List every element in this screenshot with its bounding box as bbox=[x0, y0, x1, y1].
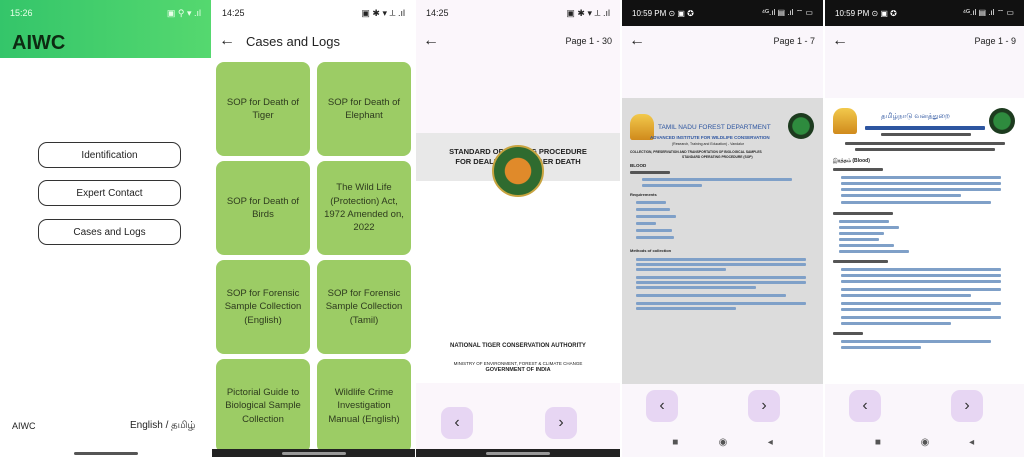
back-arrow-icon[interactable]: ← bbox=[416, 32, 446, 50]
dept-name: TAMIL NADU FOREST DEPARTMENT bbox=[658, 124, 771, 131]
card-sop-birds[interactable]: SOP for Death of Birds bbox=[216, 161, 310, 255]
pdf-viewer-tiger: 14:25 ▣ ✱ ▾ ⟂ .ıl ← Page 1 - 30 STANDARD… bbox=[416, 0, 620, 457]
status-time: 14:25 bbox=[426, 8, 449, 18]
gesture-bar bbox=[416, 449, 620, 457]
app-bar: ← Page 1 - 30 bbox=[416, 26, 620, 56]
gesture-bar bbox=[0, 449, 211, 457]
status-bar: 10:59 PM ⊙ ▣ ✪ ⁴ᴳ.ıl ▤ .ıl ⌔ ▭ bbox=[825, 0, 1024, 26]
prev-page-button[interactable]: ‹ bbox=[441, 407, 473, 439]
home-icon[interactable]: ◉ bbox=[719, 437, 728, 448]
institute-subline: (Research, Training and Education) - Van… bbox=[672, 142, 744, 146]
status-time: 10:59 PM ⊙ ▣ ✪ bbox=[835, 8, 897, 18]
app-header: 15:26 ▣ ⚲ ▾ .ıl AIWC bbox=[0, 0, 211, 58]
card-wildlife-act[interactable]: The Wild Life (Protection) Act, 1972 Ame… bbox=[317, 161, 411, 255]
recents-icon[interactable]: ■ bbox=[672, 437, 678, 448]
section-blood: BLOOD bbox=[630, 163, 647, 168]
page-title: Cases and Logs bbox=[246, 33, 340, 49]
prev-page-button[interactable]: ‹ bbox=[849, 390, 881, 422]
page-indicator: Page 1 - 9 bbox=[974, 36, 1016, 46]
app-bar: ← Cases and Logs bbox=[212, 26, 415, 56]
status-icons: ▣ ⚲ ▾ .ıl bbox=[166, 7, 201, 18]
sop-title: COLLECTION, PRESERVATION AND TRANSPORTAT… bbox=[630, 150, 762, 154]
card-forensic-tamil[interactable]: SOP for Forensic Sample Collection (Tami… bbox=[317, 260, 411, 354]
status-time: 10:59 PM ⊙ ▣ ✪ bbox=[632, 8, 694, 18]
dept-name-tamil: தமிழ்நாடு வனத்துறை bbox=[881, 113, 950, 120]
status-time: 14:25 bbox=[222, 8, 245, 18]
back-icon[interactable]: ◂ bbox=[768, 437, 773, 448]
pdf-page[interactable]: TAMIL NADU FOREST DEPARTMENT ADVANCED IN… bbox=[622, 98, 823, 384]
card-crime-manual[interactable]: Wildlife Crime Investigation Manual (Eng… bbox=[317, 359, 411, 453]
page-indicator: Page 1 - 7 bbox=[773, 36, 815, 46]
app-title: AIWC bbox=[12, 32, 66, 54]
page-indicator: Page 1 - 30 bbox=[565, 36, 612, 46]
aiwc-logo-icon bbox=[989, 108, 1015, 134]
pdf-viewer-english: 10:59 PM ⊙ ▣ ✪ ⁴ᴳ.ıl ▤ .ıl ⌔ ▭ ← Page 1 … bbox=[622, 0, 823, 457]
section-blood-tamil: இரத்தம் (Blood) bbox=[833, 158, 870, 164]
card-sop-elephant[interactable]: SOP for Death of Elephant bbox=[317, 62, 411, 156]
status-bar: 14:25 ▣ ✱ ▾ ⟂ .ıl bbox=[212, 0, 415, 26]
back-icon[interactable]: ◂ bbox=[969, 437, 974, 448]
next-page-button[interactable]: › bbox=[951, 390, 983, 422]
cases-screen: 14:25 ▣ ✱ ▾ ⟂ .ıl ← Cases and Logs SOP f… bbox=[212, 0, 415, 457]
recents-icon[interactable]: ■ bbox=[875, 437, 881, 448]
institute-name: ADVANCED INSTITUTE FOR WILDLIFE CONSERVA… bbox=[650, 135, 770, 140]
cases-and-logs-button[interactable]: Cases and Logs bbox=[38, 219, 181, 245]
section-requirements: Requirements bbox=[630, 192, 657, 197]
system-nav-bar: ■ ◉ ◂ bbox=[622, 427, 823, 457]
pdf-page[interactable]: தமிழ்நாடு வனத்துறை இரத்தம் (Blood) bbox=[825, 98, 1024, 384]
language-toggle[interactable]: English / தமிழ் bbox=[130, 420, 196, 432]
section-methods: Methods of collection bbox=[630, 248, 672, 253]
ntca-emblem-icon bbox=[492, 145, 544, 197]
status-icons: ▣ ✱ ▾ ⟂ .ıl bbox=[566, 7, 610, 18]
status-icons: ▣ ✱ ▾ ⟂ .ıl bbox=[361, 7, 405, 18]
back-arrow-icon[interactable]: ← bbox=[825, 32, 855, 50]
sop-subtitle: STANDARD OPERATING PROCEDURE (SOP) bbox=[682, 155, 753, 159]
next-page-button[interactable]: › bbox=[748, 390, 780, 422]
card-sop-tiger[interactable]: SOP for Death of Tiger bbox=[216, 62, 310, 156]
status-icons: ⁴ᴳ.ıl ▤ .ıl ⌔ ▭ bbox=[962, 8, 1014, 17]
pdf-viewer-tamil: 10:59 PM ⊙ ▣ ✪ ⁴ᴳ.ıl ▤ .ıl ⌔ ▭ ← Page 1 … bbox=[825, 0, 1024, 457]
tn-emblem-icon bbox=[833, 108, 857, 134]
app-bar: ← Page 1 - 7 bbox=[622, 26, 823, 56]
next-page-button[interactable]: › bbox=[545, 407, 577, 439]
status-bar: 10:59 PM ⊙ ▣ ✪ ⁴ᴳ.ıl ▤ .ıl ⌔ ▭ bbox=[622, 0, 823, 26]
prev-page-button[interactable]: ‹ bbox=[646, 390, 678, 422]
status-bar: 14:25 ▣ ✱ ▾ ⟂ .ıl bbox=[416, 0, 620, 26]
aiwc-logo-icon bbox=[788, 113, 814, 139]
gesture-bar bbox=[212, 449, 415, 457]
card-pictorial-guide[interactable]: Pictorial Guide to Biological Sample Col… bbox=[216, 359, 310, 453]
status-bar: 15:26 ▣ ⚲ ▾ .ıl bbox=[0, 0, 211, 26]
back-arrow-icon[interactable]: ← bbox=[622, 32, 652, 50]
system-nav-bar: ■ ◉ ◂ bbox=[825, 427, 1024, 457]
card-forensic-english[interactable]: SOP for Forensic Sample Collection (Engl… bbox=[216, 260, 310, 354]
app-bar: ← Page 1 - 9 bbox=[825, 26, 1024, 56]
expert-contact-button[interactable]: Expert Contact bbox=[38, 180, 181, 206]
home-icon[interactable]: ◉ bbox=[921, 437, 930, 448]
home-screen: 15:26 ▣ ⚲ ▾ .ıl AIWC Identification Expe… bbox=[0, 0, 211, 457]
status-time: 15:26 bbox=[10, 8, 33, 18]
identification-button[interactable]: Identification bbox=[38, 142, 181, 168]
footer-brand: AIWC bbox=[12, 421, 36, 431]
back-arrow-icon[interactable]: ← bbox=[212, 32, 242, 50]
status-icons: ⁴ᴳ.ıl ▤ .ıl ⌔ ▭ bbox=[761, 8, 813, 17]
